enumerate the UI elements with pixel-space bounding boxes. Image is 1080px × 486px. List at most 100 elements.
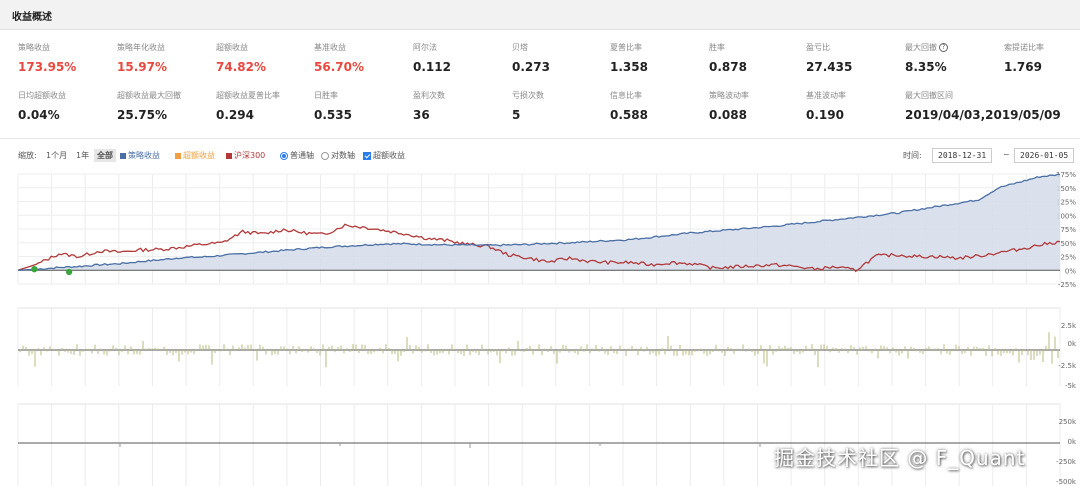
log-axis-label: 对数轴 [331, 151, 355, 160]
metric-label-text: 亏损次数 [512, 91, 544, 100]
metric-cell: 策略收益 173.95% [18, 42, 114, 74]
metric-cell: 最大回撤区间 2019/04/03,2019/05/09 [905, 90, 1061, 122]
metric-cell: 策略年化收益 15.97% [117, 42, 213, 74]
summary-title: 收益概述 [12, 12, 52, 23]
divider [0, 138, 1080, 139]
returns-chart[interactable]: 175%150%125%100%75%50%25%0%-25%2.5k0k-2.… [0, 168, 1080, 486]
metric-value: 0.273 [512, 60, 550, 74]
metric-label-text: 日胜率 [314, 91, 338, 100]
metric-cell: 超额收益夏普比率 0.294 [216, 90, 312, 122]
metric-label: 策略波动率 [709, 90, 805, 102]
metric-cell: 日均超额收益 0.04% [18, 90, 114, 122]
metric-value: 15.97% [117, 60, 167, 74]
y-tick-label: 2.5k [1061, 322, 1077, 330]
metric-label-text: 策略波动率 [709, 91, 749, 100]
metric-value: 1.358 [610, 60, 648, 74]
y-tick-label: 50% [1060, 240, 1076, 248]
chart-toolbar: 缩放: 1个月 1年 全部 策略收益 超额收益 沪深300 普通轴 对数轴 超额… [0, 146, 1080, 166]
metric-value: 74.82% [216, 60, 266, 74]
metric-label: 索提诺比率 [1004, 42, 1080, 54]
metric-cell: 基准波动率 0.190 [806, 90, 902, 122]
metric-label-text: 基准波动率 [806, 91, 846, 100]
help-icon[interactable]: ? [939, 43, 948, 52]
metric-label: 策略年化收益 [117, 42, 213, 54]
metric-label: 亏损次数 [512, 90, 608, 102]
y-tick-label: 0% [1065, 267, 1076, 275]
metric-label-text: 超额收益夏普比率 [216, 91, 280, 100]
metric-label: 最大回撤? [905, 42, 1001, 54]
legend-benchmark-swatch [226, 152, 232, 159]
metric-value: 0.112 [413, 60, 451, 74]
metric-value: 2019/04/03,2019/05/09 [905, 108, 1061, 122]
drawdown-marker [65, 268, 73, 276]
metric-label: 基准收益 [314, 42, 410, 54]
metric-label-text: 策略收益 [18, 43, 50, 52]
metric-cell: 基准收益 56.70% [314, 42, 410, 74]
metric-value: 56.70% [314, 60, 364, 74]
metric-cell: 日胜率 0.535 [314, 90, 410, 122]
metric-cell: 盈亏比 27.435 [806, 42, 902, 74]
normal-axis-radio[interactable]: 普通轴 [280, 150, 314, 161]
y-tick-label: -2.5k [1058, 362, 1077, 370]
metric-label-text: 阿尔法 [413, 43, 437, 52]
y-tick-label: -250k [1056, 458, 1077, 466]
metric-label: 盈利次数 [413, 90, 509, 102]
metric-value: 1.769 [1004, 60, 1042, 74]
metric-value: 173.95% [18, 60, 77, 74]
excess-return-label: 超额收益 [373, 151, 405, 160]
metric-label-text: 盈利次数 [413, 91, 445, 100]
metric-label: 信息比率 [610, 90, 706, 102]
metric-value: 0.190 [806, 108, 844, 122]
y-tick-label: 250k [1059, 418, 1077, 426]
log-axis-radio[interactable]: 对数轴 [321, 150, 355, 161]
metric-value: 0.294 [216, 108, 254, 122]
metric-label: 夏普比率 [610, 42, 706, 54]
metric-label-text: 盈亏比 [806, 43, 830, 52]
legend-excess-label: 超额收益 [183, 151, 215, 160]
legend-item-strategy[interactable]: 策略收益 [120, 150, 160, 161]
metric-label: 日均超额收益 [18, 90, 114, 102]
metric-label-text: 超额收益最大回撤 [117, 91, 181, 100]
metric-label-text: 夏普比率 [610, 43, 642, 52]
metric-cell: 亏损次数 5 [512, 90, 608, 122]
metric-cell: 盈利次数 36 [413, 90, 509, 122]
metric-cell: 策略波动率 0.088 [709, 90, 805, 122]
end-date-input[interactable]: 2026-01-05 [1014, 148, 1075, 163]
legend-item-benchmark[interactable]: 沪深300 [226, 150, 265, 161]
legend-excess-swatch [175, 152, 181, 159]
time-label: 时间: [903, 151, 922, 160]
metric-cell: 阿尔法 0.112 [413, 42, 509, 74]
metric-label-text: 索提诺比率 [1004, 43, 1044, 52]
metric-label-text: 策略年化收益 [117, 43, 165, 52]
metric-label-text: 贝塔 [512, 43, 528, 52]
metric-label: 超额收益夏普比率 [216, 90, 312, 102]
metric-value: 0.535 [314, 108, 352, 122]
y-tick-label: 0k [1067, 340, 1076, 348]
metric-label-text: 信息比率 [610, 91, 642, 100]
y-tick-label: 25% [1060, 254, 1076, 262]
summary-header: 收益概述 [0, 0, 1080, 30]
y-tick-label: -500k [1056, 478, 1077, 486]
metric-cell: 夏普比率 1.358 [610, 42, 706, 74]
metric-label: 贝塔 [512, 42, 608, 54]
date-separator: ~ [1003, 150, 1010, 159]
metric-value: 0.588 [610, 108, 648, 122]
metric-label-text: 基准收益 [314, 43, 346, 52]
zoom-1-month-button[interactable]: 1个月 [46, 150, 67, 161]
metric-label: 最大回撤区间 [905, 90, 1001, 102]
watermark: 掘金技术社区 @ F_Quant [774, 446, 1026, 470]
start-date-input[interactable]: 2018-12-31 [932, 148, 993, 163]
metric-label: 日胜率 [314, 90, 410, 102]
metric-cell: 最大回撤? 8.35% [905, 42, 1001, 74]
metric-label: 超额收益 [216, 42, 312, 54]
legend-item-excess[interactable]: 超额收益 [175, 150, 215, 161]
metric-value: 0.878 [709, 60, 747, 74]
metric-label: 策略收益 [18, 42, 114, 54]
excess-return-checkbox[interactable]: 超额收益 [363, 150, 405, 161]
radio-off-icon [321, 151, 329, 160]
metric-label-text: 超额收益 [216, 43, 248, 52]
checkbox-checked-icon [363, 151, 371, 160]
zoom-1-year-button[interactable]: 1年 [76, 150, 89, 161]
zoom-all-button[interactable]: 全部 [94, 149, 116, 162]
metric-cell: 索提诺比率 1.769 [1004, 42, 1080, 74]
